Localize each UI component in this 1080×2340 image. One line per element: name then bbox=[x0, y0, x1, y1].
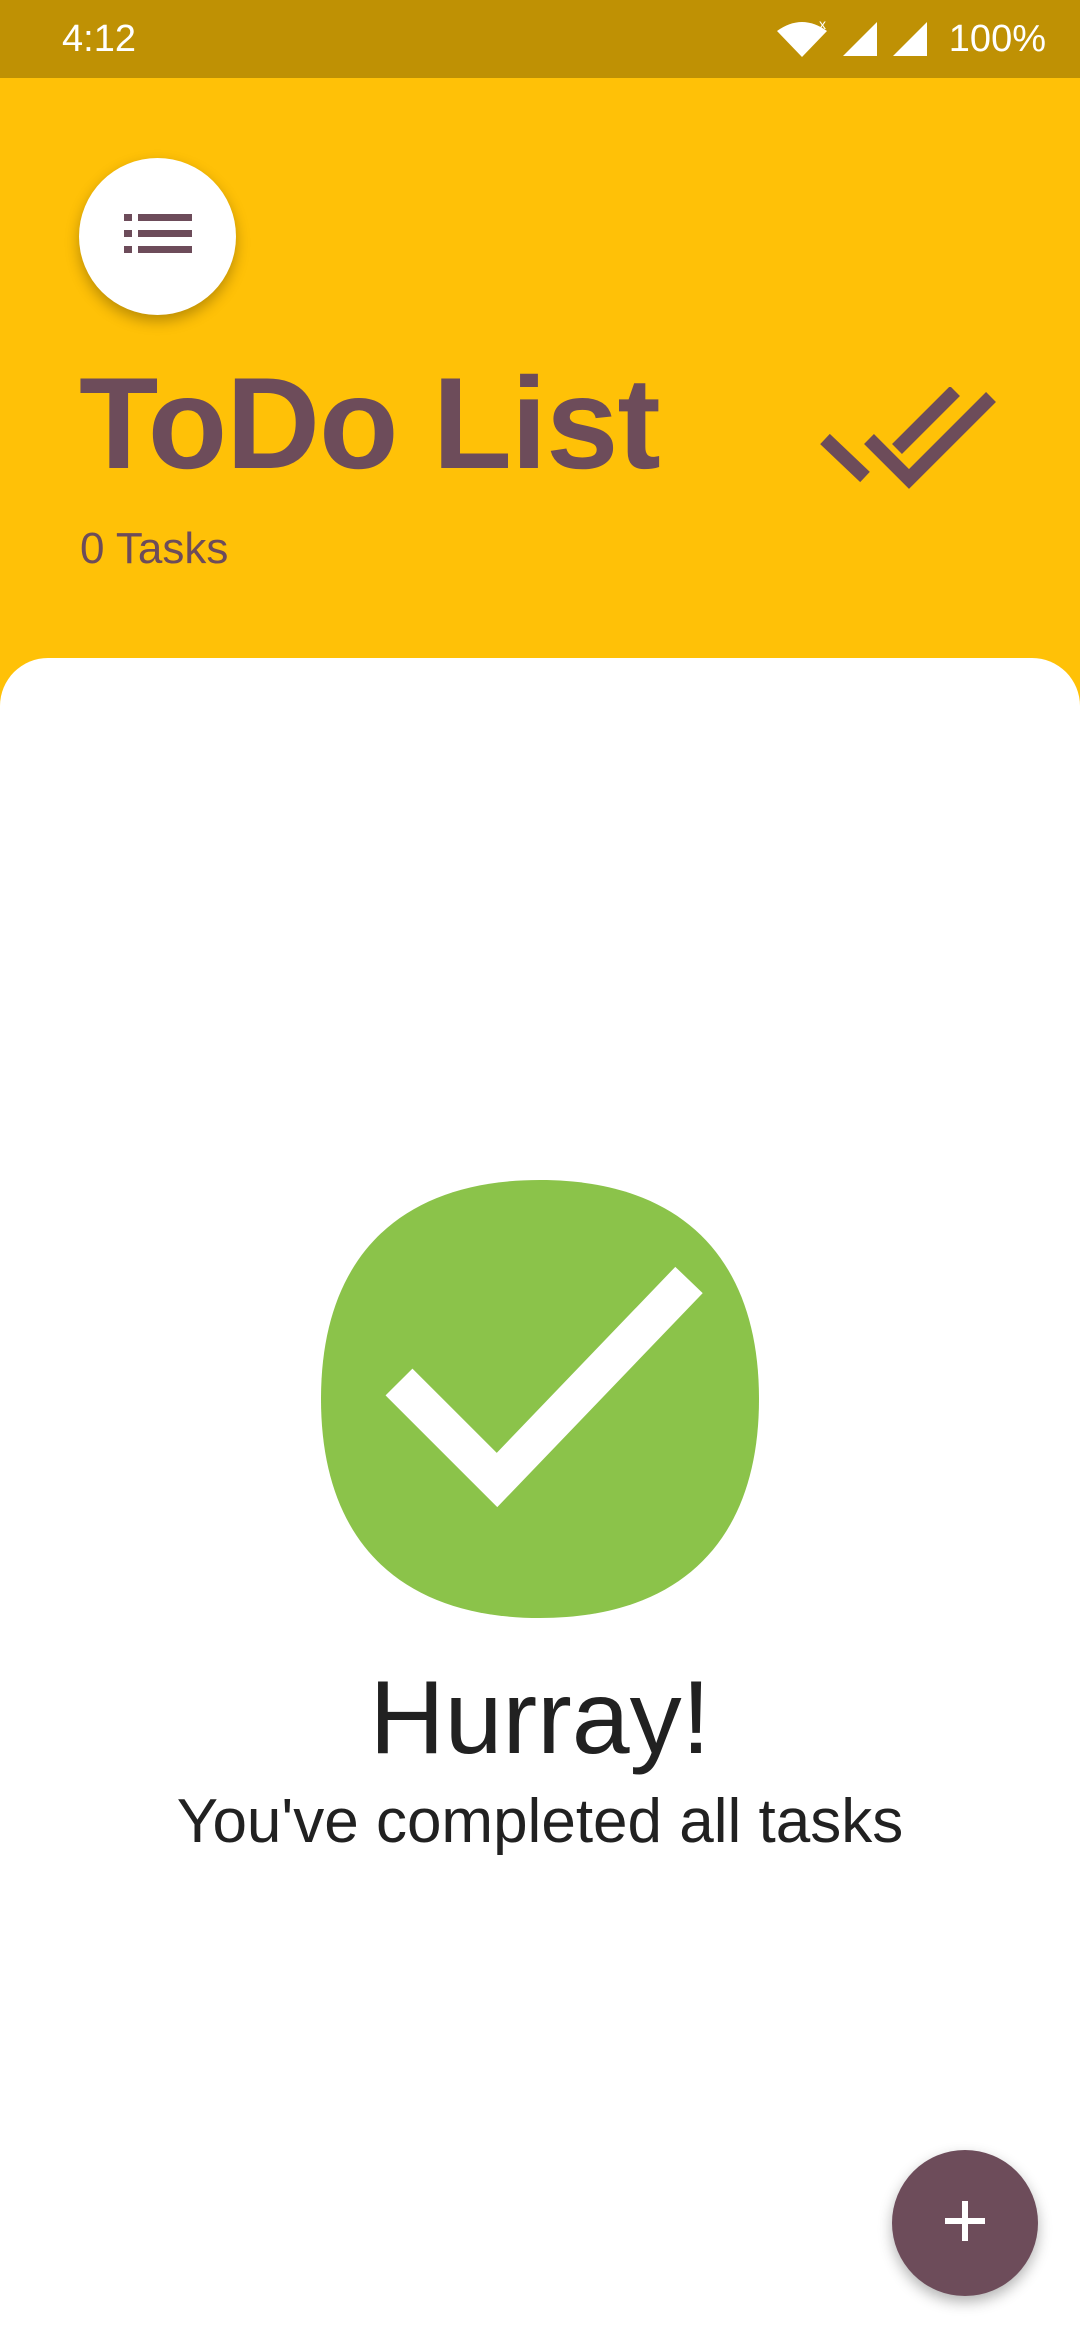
empty-state-subtitle: You've completed all tasks bbox=[176, 1787, 904, 1856]
wifi-icon: x bbox=[775, 19, 829, 59]
signal-icon bbox=[841, 20, 879, 58]
status-icons: x 100% bbox=[775, 14, 1046, 64]
plus-icon bbox=[943, 2199, 987, 2248]
add-task-button[interactable] bbox=[892, 2150, 1038, 2296]
battery-level: 100% bbox=[948, 18, 1046, 60]
page-title: ToDo List bbox=[79, 350, 661, 496]
status-bar: 4:12 x 100% bbox=[0, 0, 1080, 78]
check-circle-icon bbox=[321, 1180, 759, 1618]
empty-state-title: Hurray! bbox=[369, 1660, 711, 1776]
mark-all-done-button[interactable] bbox=[812, 374, 1012, 514]
list-icon bbox=[122, 210, 194, 263]
signal-icon bbox=[891, 20, 929, 58]
app-header: ToDo List 0 Tasks bbox=[0, 78, 1080, 688]
done-all-icon bbox=[817, 385, 1007, 502]
menu-button[interactable] bbox=[79, 158, 236, 315]
task-count: 0 Tasks bbox=[80, 524, 229, 573]
status-time: 4:12 bbox=[62, 18, 136, 60]
task-list-panel: Hurray! You've completed all tasks bbox=[0, 658, 1080, 2340]
svg-text:x: x bbox=[819, 19, 826, 32]
